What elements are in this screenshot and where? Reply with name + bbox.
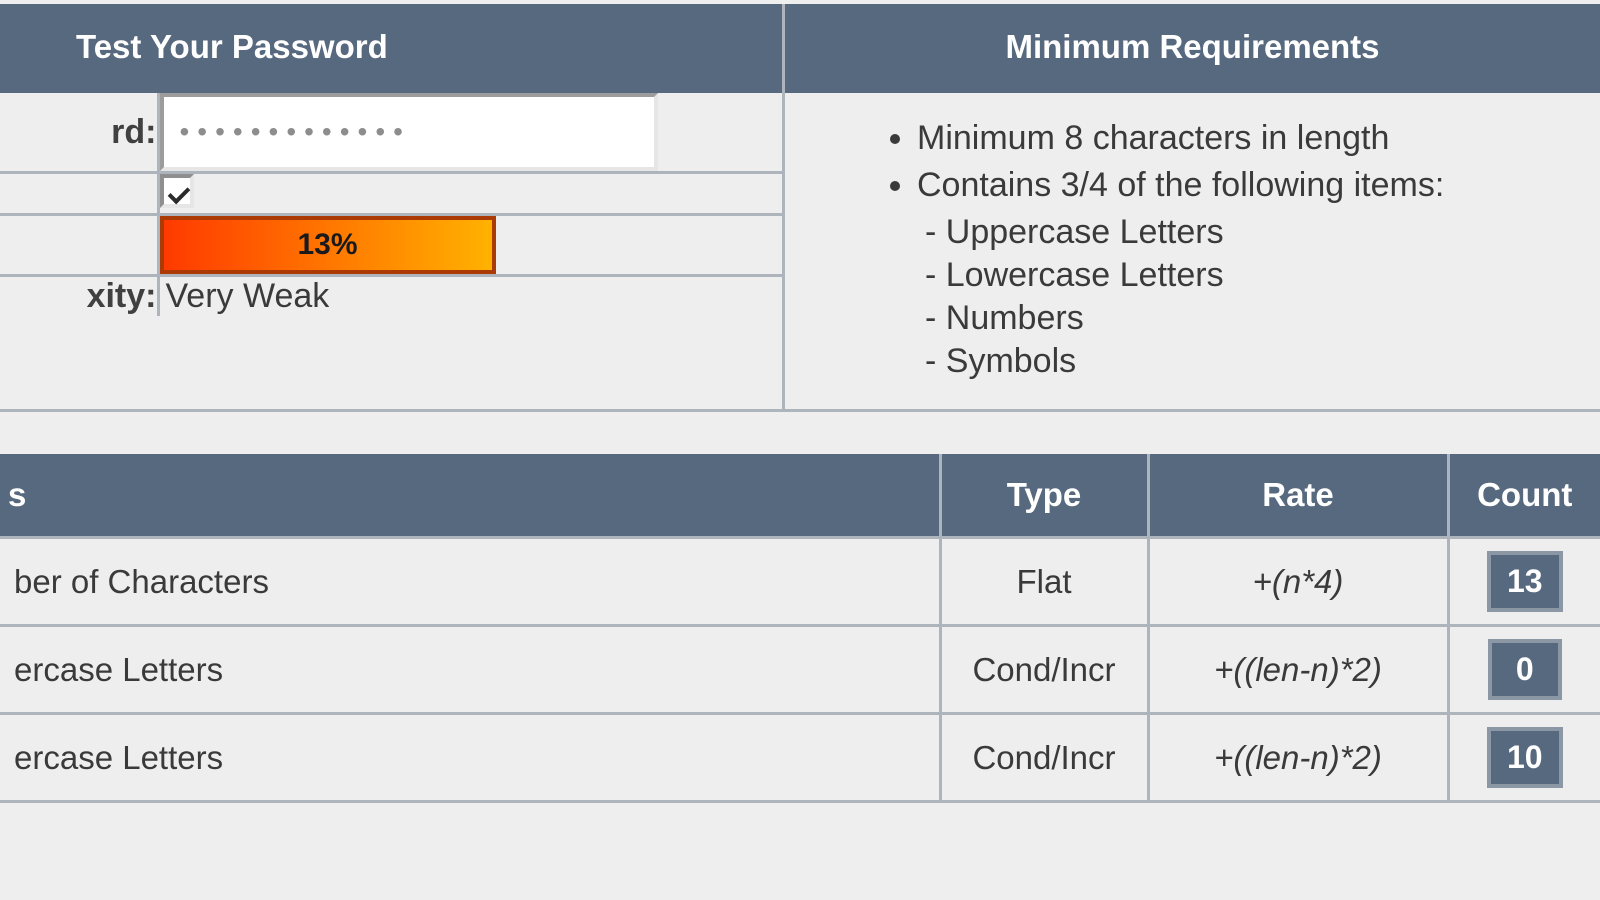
row1-name: ercase Letters [0,626,940,714]
password-label: rd: [0,93,158,173]
left-panel-header: Test Your Password [0,4,785,93]
requirements-panel: Minimum 8 characters in length Contains … [785,93,1600,412]
col-additions: s [0,454,940,538]
row2-type: Cond/Incr [940,714,1148,802]
table-row: ber of Characters Flat +(n*4) 13 [0,538,1600,626]
row0-name: ber of Characters [0,538,940,626]
row0-count: 13 [1487,551,1563,612]
row1-rate: +((len-n)*2) [1148,626,1448,714]
req-sub-2: - Lowercase Letters [925,256,1580,295]
table-row: ercase Letters Cond/Incr +((len-n)*2) 0 [0,626,1600,714]
score-label-empty [0,215,158,276]
req-sub-3: - Numbers [925,299,1580,338]
score-value: 13% [297,228,357,262]
complexity-value: Very Weak [160,277,330,315]
test-password-panel: rd: 13% [0,93,785,412]
req-sub-1: - Uppercase Letters [925,213,1580,252]
req-item-1: Minimum 8 characters in length [917,119,1580,158]
req-item-2: Contains 3/4 of the following items: [917,166,1580,205]
hide-checkbox[interactable] [160,174,194,208]
row2-name: ercase Letters [0,714,940,802]
row0-rate: +(n*4) [1148,538,1448,626]
req-sub-4: - Symbols [925,342,1580,381]
row0-type: Flat [940,538,1148,626]
score-bar: 13% [160,216,496,274]
row1-count: 0 [1488,639,1562,700]
analysis-table: s Type Rate Count ber of Characters Flat… [0,454,1600,803]
row2-rate: +((len-n)*2) [1148,714,1448,802]
complexity-label: xity: [0,276,158,317]
col-rate: Rate [1148,454,1448,538]
password-input[interactable] [160,93,658,171]
row2-count: 10 [1487,727,1563,788]
hide-label-empty [0,173,158,215]
col-count: Count [1448,454,1600,538]
col-type: Type [940,454,1148,538]
row1-type: Cond/Incr [940,626,1148,714]
right-panel-header: Minimum Requirements [785,4,1600,93]
table-row: ercase Letters Cond/Incr +((len-n)*2) 10 [0,714,1600,802]
